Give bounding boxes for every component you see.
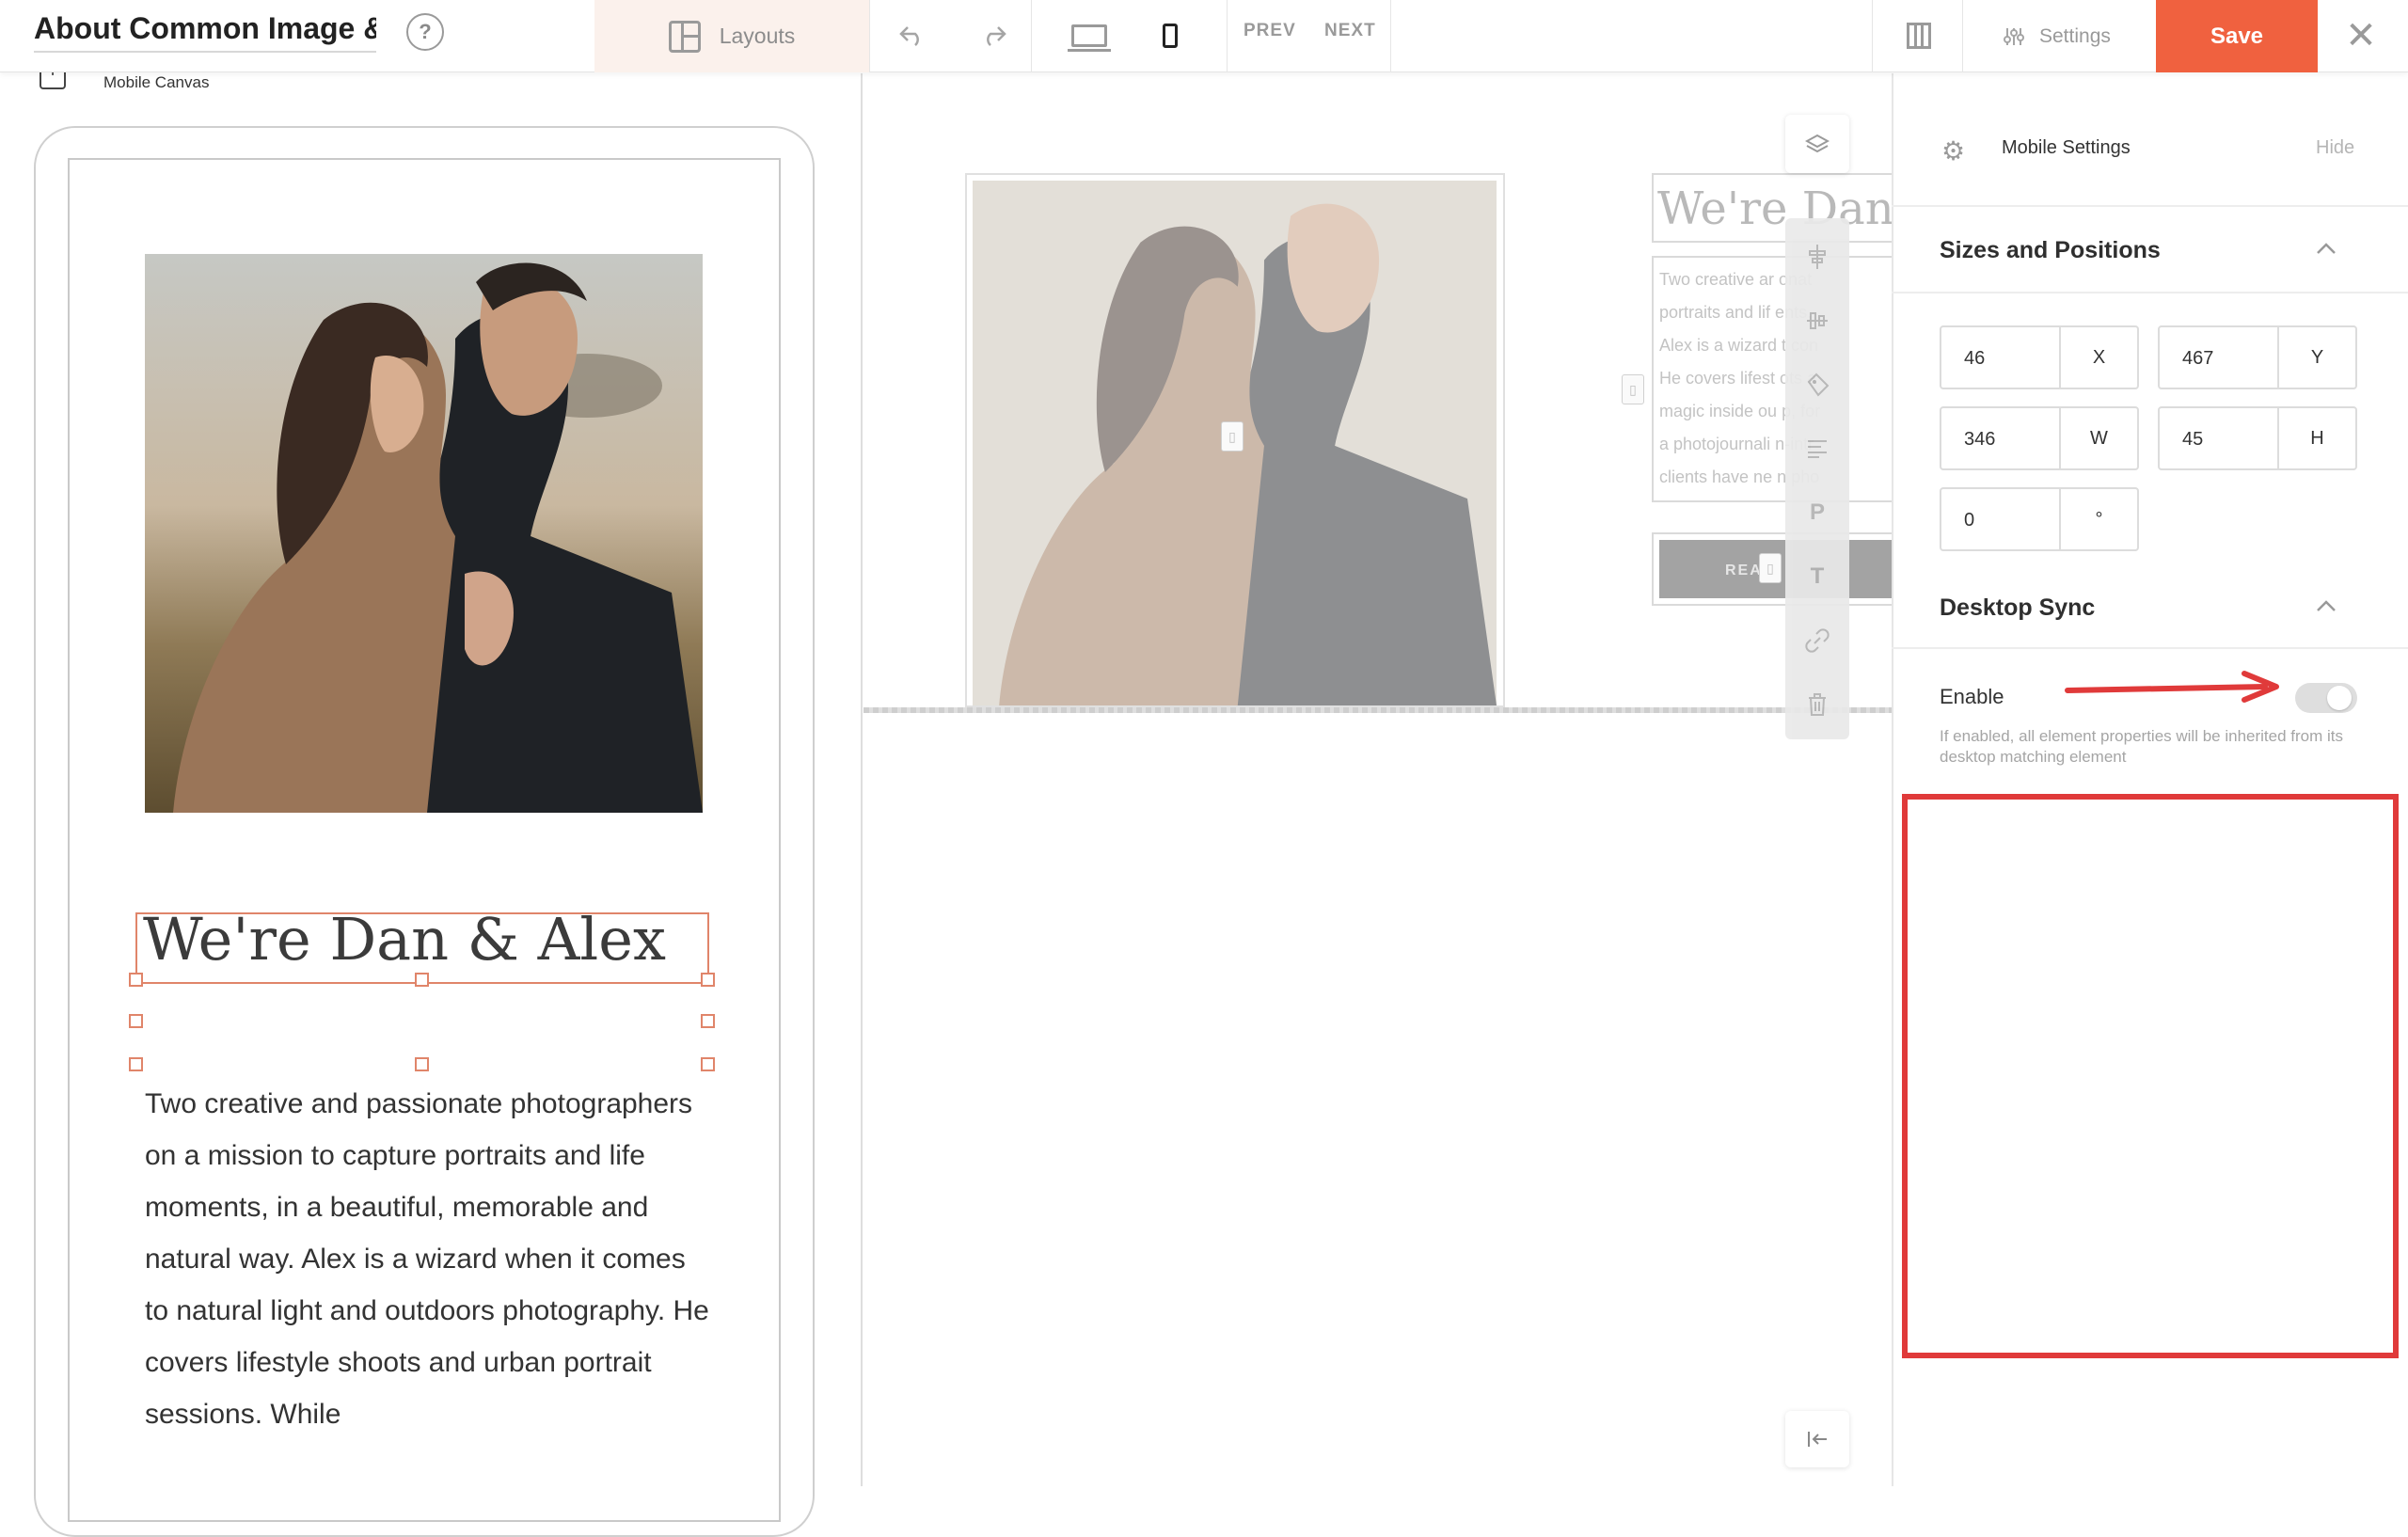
layouts-button[interactable]: Layouts xyxy=(594,0,869,72)
distribute-icon[interactable] xyxy=(1785,297,1849,344)
desktop-sync-section-title[interactable]: Desktop Sync xyxy=(1940,594,2095,622)
annotation-arrow-icon xyxy=(2065,671,2279,703)
prev-button[interactable]: PREV xyxy=(1244,21,1296,41)
h-value[interactable]: 45 xyxy=(2160,408,2279,468)
undo-icon[interactable] xyxy=(890,13,935,58)
y-position-field[interactable]: 467 Y xyxy=(2158,325,2357,389)
resize-handle[interactable] xyxy=(415,1057,429,1071)
mobile-link-badge-icon: ▯ xyxy=(1759,553,1782,583)
close-icon[interactable]: ✕ xyxy=(2333,13,2389,58)
element-toolstrip: P T xyxy=(1785,218,1849,739)
width-field[interactable]: 346 W xyxy=(1940,406,2139,470)
toolbar-divider xyxy=(1031,0,1032,72)
rotation-field[interactable]: 0 ° xyxy=(1940,487,2139,551)
link-icon[interactable] xyxy=(1785,617,1849,664)
section-divider xyxy=(1892,205,2408,207)
columns-icon[interactable] xyxy=(1896,13,1941,58)
mobile-link-badge-icon: ▯ xyxy=(1622,374,1644,404)
h-unit-label: H xyxy=(2310,427,2324,449)
settings-button[interactable]: Settings xyxy=(2004,0,2154,72)
resize-handle[interactable] xyxy=(129,973,143,987)
desktop-view-icon[interactable] xyxy=(1067,13,1112,58)
save-button[interactable]: Save xyxy=(2156,0,2318,72)
x-position-field[interactable]: 46 X xyxy=(1940,325,2139,389)
resize-handle[interactable] xyxy=(415,973,429,987)
next-button[interactable]: NEXT xyxy=(1324,21,1376,41)
trash-icon[interactable] xyxy=(1785,681,1849,728)
rotation-unit-label: ° xyxy=(2095,508,2103,530)
top-toolbar: About Common Image & ? Layouts PREV NEXT… xyxy=(0,0,2408,72)
section-divider xyxy=(1892,292,2408,293)
paragraph-icon[interactable]: P xyxy=(1785,489,1849,536)
w-value[interactable]: 346 xyxy=(1941,408,2061,468)
layouts-icon xyxy=(668,20,701,53)
chevron-up-icon[interactable] xyxy=(2316,235,2337,261)
enable-sync-label: Enable xyxy=(1940,685,2004,708)
desktop-text-line: a photojournali n-intr xyxy=(1659,435,1814,453)
desktop-section-boundary xyxy=(863,707,1892,713)
hide-panel-link[interactable]: Hide xyxy=(2316,137,2354,159)
toolbar-divider xyxy=(1962,0,1963,72)
height-field[interactable]: 45 H xyxy=(2158,406,2357,470)
help-icon[interactable]: ? xyxy=(406,13,444,51)
resize-handle[interactable] xyxy=(129,1057,143,1071)
desktop-text-line: portraits and lif ents, xyxy=(1659,303,1813,322)
toggle-knob xyxy=(2327,686,2352,710)
toolbar-divider xyxy=(869,0,870,72)
layouts-label: Layouts xyxy=(719,24,796,48)
rotation-value[interactable]: 0 xyxy=(1941,489,2061,549)
mobile-link-badge-icon: ▯ xyxy=(1221,421,1244,452)
page-title-input[interactable]: About Common Image & xyxy=(34,11,376,53)
desktop-text-line: Alex is a wizard t con xyxy=(1659,336,1819,355)
enable-sync-hint: If enabled, all element properties will … xyxy=(1940,727,2343,766)
toolbar-divider xyxy=(1227,0,1228,72)
align-center-icon[interactable] xyxy=(1785,233,1849,280)
settings-label: Settings xyxy=(2039,24,2111,47)
section-divider xyxy=(1892,647,2408,649)
desktop-text-line: He covers lifest ots a xyxy=(1659,369,1817,388)
sizes-section-title[interactable]: Sizes and Positions xyxy=(1940,237,2161,264)
sliders-icon xyxy=(2004,27,2024,45)
toolbar-divider xyxy=(1390,0,1391,72)
gear-icon: ⚙ xyxy=(1941,136,1966,166)
text-icon[interactable]: T xyxy=(1785,553,1849,600)
x-unit-label: X xyxy=(2092,346,2106,368)
y-value[interactable]: 467 xyxy=(2160,327,2279,388)
mobile-body-text[interactable]: Two creative and passionate photographer… xyxy=(145,1078,709,1440)
resize-handle[interactable] xyxy=(129,1014,143,1028)
x-value[interactable]: 46 xyxy=(1941,327,2061,388)
y-unit-label: Y xyxy=(2310,346,2324,368)
chevron-up-icon[interactable] xyxy=(2316,593,2337,619)
resize-handle[interactable] xyxy=(701,1057,715,1071)
text-align-icon[interactable] xyxy=(1785,425,1849,472)
resize-handle[interactable] xyxy=(701,973,715,987)
mobile-couple-photo[interactable] xyxy=(145,254,703,813)
annotation-highlight-box xyxy=(1902,794,2399,1358)
layers-icon[interactable] xyxy=(1785,115,1849,173)
w-unit-label: W xyxy=(2090,427,2108,449)
redo-icon[interactable] xyxy=(971,13,1016,58)
desktop-text-line: magic inside ou p, for xyxy=(1659,402,1821,420)
desktop-text-line: Two creative ar onat xyxy=(1659,270,1813,289)
mobile-view-icon[interactable] xyxy=(1148,13,1193,58)
panel-title: Mobile Settings xyxy=(2002,137,2131,158)
toolbar-divider xyxy=(1872,0,1873,72)
collapse-panel-icon[interactable] xyxy=(1785,1411,1849,1467)
desktop-body-text[interactable]: Two creative ar onat portraits and lif e… xyxy=(1659,263,1894,494)
desktop-text-line: clients have ne n pho xyxy=(1659,467,1820,486)
fill-icon[interactable] xyxy=(1785,361,1849,408)
resize-handle[interactable] xyxy=(701,1014,715,1028)
